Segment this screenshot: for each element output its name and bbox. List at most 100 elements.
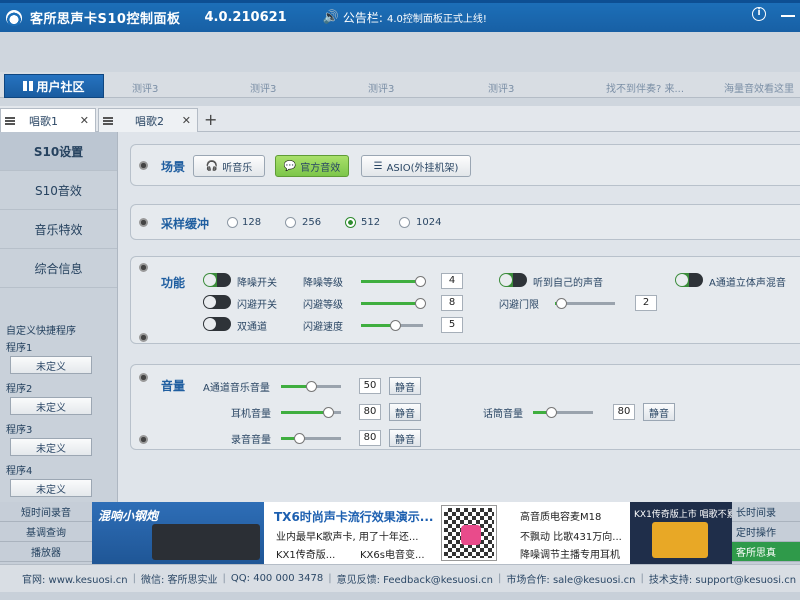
- threshold-slider[interactable]: [555, 298, 615, 309]
- short-record-button[interactable]: 短时间录音: [0, 502, 92, 522]
- info-icon[interactable]: i: [752, 7, 766, 21]
- mic-mute-button[interactable]: 静音: [643, 403, 675, 421]
- slider-knob[interactable]: [414, 276, 426, 287]
- slider-knob[interactable]: [306, 381, 317, 392]
- community-link[interactable]: 海量音效看这里: [724, 80, 794, 95]
- ad2-line[interactable]: KX6s电音变...: [360, 546, 425, 561]
- flash-speed-value[interactable]: 5: [441, 317, 463, 333]
- notice-label: 公告栏:: [342, 11, 383, 25]
- ad2-line[interactable]: 业内最早K歌声卡, 用了十年还...: [276, 528, 418, 543]
- user-community-button[interactable]: 用户社区: [4, 74, 104, 98]
- program-3-button[interactable]: 未定义: [10, 438, 92, 456]
- speaker-icon: 🔊: [322, 10, 339, 25]
- slider-knob[interactable]: [414, 298, 426, 309]
- ad3-line[interactable]: 降噪调节主播专用耳机: [520, 546, 620, 561]
- player-button[interactable]: 播放器: [0, 542, 92, 562]
- tab-bar: 唱歌1 ✕ 唱歌2 ✕ +: [0, 106, 800, 132]
- close-icon[interactable]: ✕: [80, 114, 89, 127]
- community-link[interactable]: 测评3: [250, 80, 276, 95]
- app-version: 4.0.210621: [204, 10, 287, 25]
- key-query-button[interactable]: 基调查询: [0, 522, 92, 542]
- main-panel: 场景 🎧 听音乐 💬 官方音效 ☰ ASIO(外挂机架) 采样缓冲 128 25…: [118, 132, 800, 502]
- menu-icon[interactable]: [5, 116, 15, 125]
- ad2-title[interactable]: TX6时尚声卡流行效果演示...: [274, 508, 433, 525]
- earphone-mute-button[interactable]: 静音: [389, 403, 421, 421]
- denoise-toggle[interactable]: [203, 273, 231, 287]
- minimize-icon[interactable]: [781, 15, 795, 17]
- community-link[interactable]: 测评3: [488, 80, 514, 95]
- tab-sing-1[interactable]: 唱歌1 ✕: [0, 108, 96, 132]
- community-link[interactable]: 测评3: [368, 80, 394, 95]
- slider-knob[interactable]: [294, 433, 305, 444]
- community-link[interactable]: 找不到伴奏? 来...: [606, 80, 684, 95]
- notice-text[interactable]: 4.0控制面板正式上线!: [387, 10, 487, 25]
- a-music-volume-slider[interactable]: [281, 381, 341, 392]
- record-mute-button[interactable]: 静音: [389, 429, 421, 447]
- radio-512[interactable]: [345, 217, 356, 228]
- footer-qq: QQ: 400 000 3478: [230, 573, 324, 584]
- long-record-button[interactable]: 长时间录: [732, 502, 800, 522]
- record-volume-label: 录音音量: [231, 435, 271, 446]
- ad-banner[interactable]: 混响小钢炮 TX6时尚声卡流行效果演示... 业内最早K歌声卡, 用了十年还..…: [92, 502, 736, 564]
- denoise-level-slider[interactable]: [361, 276, 426, 287]
- official-effects-button[interactable]: 💬 官方音效: [275, 155, 349, 177]
- a-music-volume-value[interactable]: 50: [359, 378, 381, 394]
- slider-knob[interactable]: [322, 407, 334, 418]
- sidebar-item-music-effects[interactable]: 音乐特效: [0, 210, 117, 249]
- timed-operation-button[interactable]: 定时操作: [732, 522, 800, 542]
- ad2-line[interactable]: KX1传奇版...: [276, 546, 335, 561]
- record-volume-slider[interactable]: [281, 433, 341, 444]
- radio-1024[interactable]: [399, 217, 410, 228]
- dual-channel-toggle[interactable]: [203, 317, 231, 331]
- earphone-volume-value[interactable]: 80: [359, 404, 381, 420]
- radio-label: 128: [242, 217, 262, 228]
- program-2-button[interactable]: 未定义: [10, 397, 92, 415]
- stereo-mix-toggle[interactable]: [675, 273, 703, 287]
- flash-speed-slider[interactable]: [361, 320, 423, 331]
- program-4-button[interactable]: 未定义: [10, 479, 92, 497]
- flash-toggle[interactable]: [203, 295, 231, 309]
- tab-sing-2[interactable]: 唱歌2 ✕: [98, 108, 198, 132]
- footer-feedback[interactable]: 意见反馈: Feedback@kesuosi.cn: [337, 571, 493, 586]
- sidebar-item-s10-settings[interactable]: S10设置: [0, 132, 117, 171]
- footer-website[interactable]: 官网: www.kesuosi.cn: [22, 571, 128, 586]
- ad3-line[interactable]: 不飘动 比歌431万向...: [520, 528, 622, 543]
- kesuosi-button[interactable]: 客所思真: [732, 542, 800, 562]
- mic-volume-value[interactable]: 80: [613, 404, 635, 420]
- listen-music-button[interactable]: 🎧 听音乐: [193, 155, 265, 177]
- a-music-volume-label: A通道音乐音量: [203, 383, 270, 394]
- menu-icon[interactable]: [103, 116, 113, 125]
- program-1-button[interactable]: 未定义: [10, 356, 92, 374]
- slider-knob[interactable]: [390, 320, 402, 331]
- hear-self-toggle[interactable]: [499, 273, 527, 287]
- sidebar-item-s10-effects[interactable]: S10音效: [0, 171, 117, 210]
- ad3-line[interactable]: 高音质电容麦M18: [520, 508, 601, 523]
- footer-market[interactable]: 市场合作: sale@kesuosi.cn: [506, 571, 635, 586]
- asio-button[interactable]: ☰ ASIO(外挂机架): [361, 155, 471, 177]
- slider-knob[interactable]: [556, 298, 567, 309]
- headphone-icon: 🎧: [205, 160, 219, 172]
- threshold-label: 闪避门限: [499, 300, 539, 311]
- slider-knob[interactable]: [546, 407, 557, 418]
- ad-mixer[interactable]: 混响小钢炮: [92, 502, 264, 564]
- denoise-level-value[interactable]: 4: [441, 273, 463, 289]
- add-tab-icon[interactable]: +: [204, 110, 217, 129]
- earphone-volume-slider[interactable]: [281, 407, 341, 418]
- radio-256[interactable]: [285, 217, 296, 228]
- threshold-value[interactable]: 2: [635, 295, 657, 311]
- close-icon[interactable]: ✕: [182, 114, 191, 127]
- mic-volume-slider[interactable]: [533, 407, 593, 418]
- ad-kx1[interactable]: KX1传奇版上市 唱歌不累: [630, 502, 736, 564]
- community-link[interactable]: 测评3: [132, 80, 158, 95]
- a-music-mute-button[interactable]: 静音: [389, 377, 421, 395]
- flash-level-label: 闪避等级: [303, 300, 343, 311]
- footer-support[interactable]: 技术支持: support@kesuosi.cn: [649, 571, 796, 586]
- record-volume-value[interactable]: 80: [359, 430, 381, 446]
- shortcut-programs: 自定义快捷程序 程序1 未定义 程序2 未定义 程序3 未定义 程序4 未定义: [0, 318, 118, 502]
- sidebar-item-info[interactable]: 综合信息: [0, 249, 117, 288]
- radio-128[interactable]: [227, 217, 238, 228]
- pin-icon: [139, 373, 148, 382]
- flash-level-slider[interactable]: [361, 298, 426, 309]
- flash-speed-label: 闪避速度: [303, 322, 343, 333]
- flash-level-value[interactable]: 8: [441, 295, 463, 311]
